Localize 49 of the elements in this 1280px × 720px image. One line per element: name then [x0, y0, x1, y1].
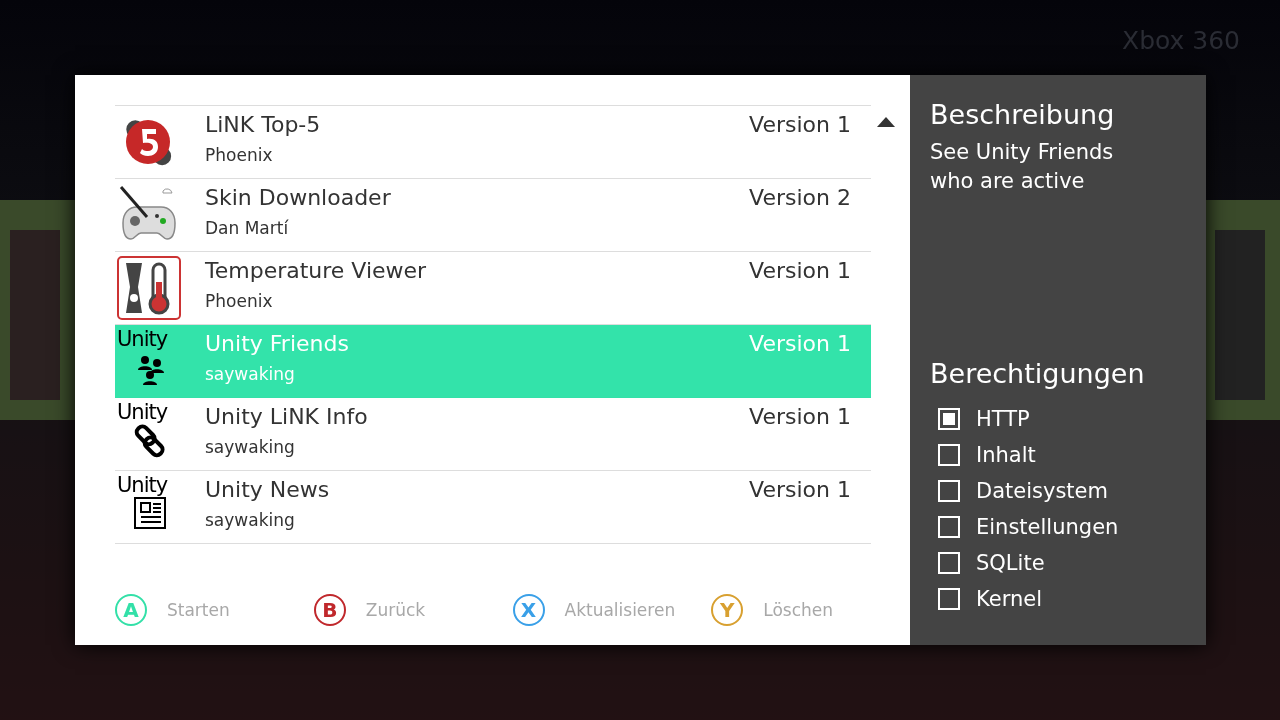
logo-text: Unity [117, 327, 168, 351]
app-version: Version 2 [749, 184, 851, 212]
permission-label: Kernel [976, 587, 1042, 611]
app-version: Version 1 [749, 476, 851, 504]
description-heading: Beschreibung [930, 99, 1115, 130]
app-row[interactable]: Skin Downloader Dan Martí Version 2 [115, 179, 871, 252]
thermometer-icon [117, 256, 181, 320]
permission-label: Einstellungen [976, 515, 1119, 539]
app-name: Unity Friends [205, 330, 349, 358]
app-author: saywaking [205, 364, 295, 384]
controller-key-icon: A [115, 594, 147, 626]
logo-text: Unity [117, 400, 168, 424]
checkbox[interactable] [938, 444, 960, 466]
controller-key-icon: Y [711, 594, 744, 626]
permission-label: Dateisystem [976, 479, 1108, 503]
app-version: Version 1 [749, 257, 851, 285]
logo-text: Unity [117, 473, 168, 497]
app-author: saywaking [205, 510, 295, 530]
app-version: Version 1 [749, 330, 851, 358]
description-text: See Unity Friends who are active [930, 139, 1115, 195]
app-row[interactable]: Unity Unity Friends saywaking Version 1 [115, 325, 871, 398]
scroll-up-icon[interactable] [877, 117, 895, 127]
controller-key-icon: B [313, 594, 346, 626]
app-author: Phoenix [205, 145, 273, 165]
checkbox[interactable] [938, 588, 960, 610]
app-row[interactable]: LiNK Top-5 Phoenix Version 1 [115, 106, 871, 179]
app-author: Phoenix [205, 291, 273, 311]
checkbox[interactable] [938, 408, 960, 430]
app-row[interactable]: Unity Unity LiNK Info saywaking Version 1 [115, 398, 871, 471]
permission-label: HTTP [976, 407, 1030, 431]
app-name: Unity News [205, 476, 330, 504]
app-version: Version 1 [749, 111, 851, 139]
app-row[interactable]: Unity Unity News saywaking Version 1 [115, 471, 871, 544]
checkbox[interactable] [938, 552, 960, 574]
app-author: saywaking [205, 437, 295, 457]
checkbox[interactable] [938, 480, 960, 502]
newspaper-icon [134, 497, 166, 529]
app-name: Unity LiNK Info [205, 403, 368, 431]
controller-key-icon: X [512, 594, 545, 626]
app-name: Temperature Viewer [205, 257, 427, 285]
app-name: Skin Downloader [205, 184, 391, 212]
app-name: LiNK Top-5 [205, 111, 321, 139]
app-author: Dan Martí [205, 218, 289, 238]
app-version: Version 1 [749, 403, 851, 431]
permissions-heading: Berechtigungen [930, 358, 1145, 389]
checkbox[interactable] [938, 516, 960, 538]
permission-label: Inhalt [976, 443, 1036, 467]
chain-link-icon [133, 424, 167, 458]
permission-label: SQLite [976, 551, 1045, 575]
